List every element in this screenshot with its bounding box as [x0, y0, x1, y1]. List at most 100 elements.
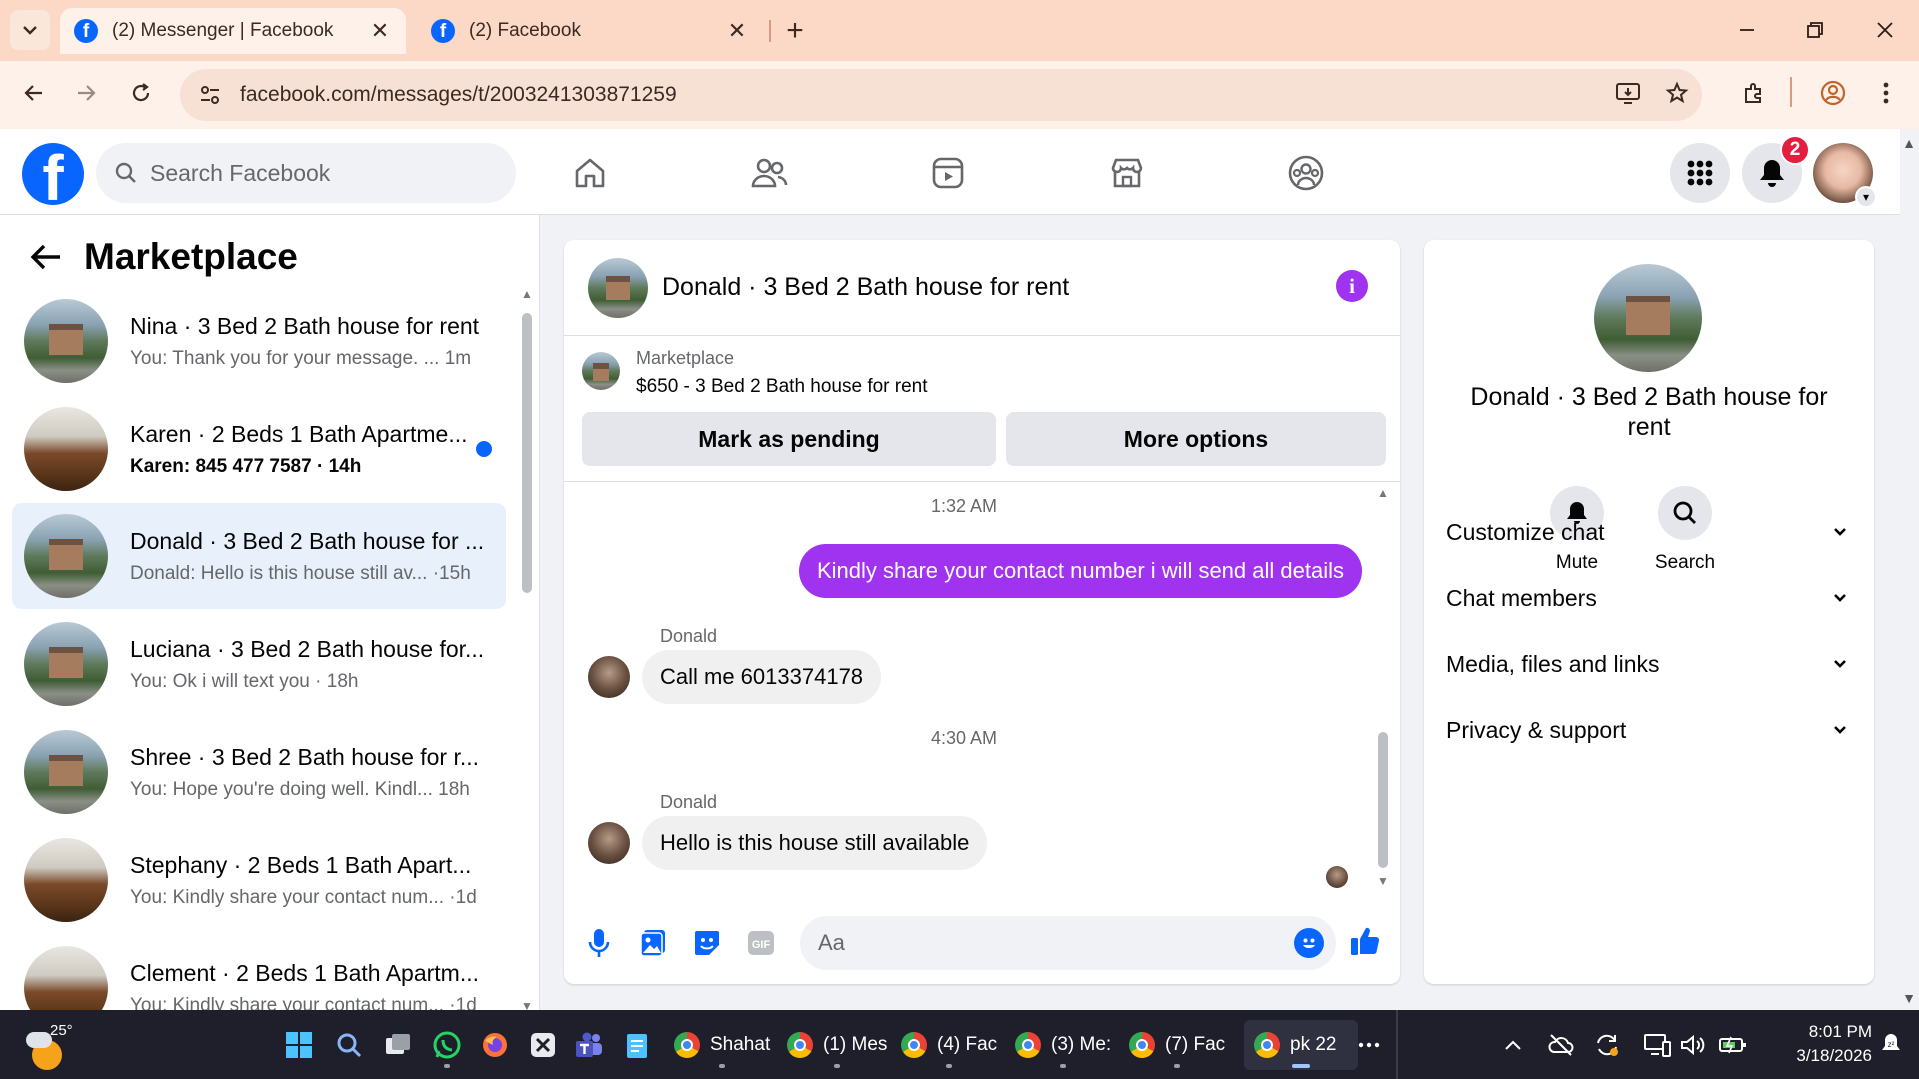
conversation-item[interactable]: Shree · 3 Bed 2 Bath house for r... You: … — [12, 719, 506, 825]
teams-icon[interactable] — [572, 1028, 606, 1062]
tab-messenger[interactable]: f (2) Messenger | Facebook ✕ — [60, 8, 406, 54]
battery-icon[interactable] — [1716, 1028, 1750, 1062]
page-scroll-down-arrow[interactable]: ▼ — [1901, 990, 1917, 1006]
taskbar-app-chrome[interactable]: (1) Mes — [777, 1020, 897, 1070]
incoming-message[interactable]: Call me 6013374178 — [642, 650, 882, 704]
notifications-button[interactable]: 2 — [1742, 135, 1810, 203]
profile-icon[interactable] — [1813, 73, 1853, 113]
notepad-icon[interactable] — [620, 1028, 654, 1062]
more-apps-icon[interactable] — [1352, 1028, 1386, 1062]
scroll-up-arrow[interactable]: ▲ — [520, 287, 534, 301]
tab-facebook[interactable]: f (2) Facebook ✕ — [417, 8, 763, 54]
chat-thumbnail[interactable] — [588, 257, 648, 318]
scroll-down-arrow[interactable]: ▼ — [1376, 874, 1390, 888]
address-bar[interactable]: facebook.com/messages/t/2003241303871259 — [180, 69, 1702, 121]
back-arrow-button[interactable] — [24, 235, 68, 279]
chat-title[interactable]: Donald · 3 Bed 2 Bath house for rent — [662, 273, 1069, 302]
nav-video[interactable] — [918, 145, 978, 201]
facebook-search-box[interactable] — [96, 143, 516, 203]
scrollbar-thumb[interactable] — [522, 313, 532, 593]
media-files-links-section[interactable]: Media, files and links — [1446, 644, 1848, 684]
nav-friends[interactable] — [739, 145, 799, 201]
reload-button[interactable] — [121, 73, 161, 113]
conversation-item[interactable]: Clement · 2 Beds 1 Bath Apartm... You: Ki… — [12, 935, 506, 1010]
chat-scrollbar[interactable]: ▲ ▼ — [1376, 486, 1390, 890]
outgoing-message[interactable]: Kindly share your contact number i will … — [798, 544, 1362, 598]
network-icon[interactable] — [1640, 1028, 1674, 1062]
taskbar-app-chrome[interactable]: Shahat — [664, 1020, 780, 1070]
system-clock[interactable]: 8:01 PM 3/18/2026 — [1762, 1020, 1872, 1068]
customize-chat-section[interactable]: Customize chat — [1446, 512, 1848, 552]
sender-avatar[interactable] — [588, 822, 630, 864]
conversation-item[interactable]: Stephany · 2 Beds 1 Bath Apart... You: Ki… — [12, 827, 506, 933]
site-settings-icon[interactable] — [180, 84, 240, 106]
incoming-message[interactable]: Hello is this house still available — [642, 816, 988, 870]
new-tab-button[interactable]: + — [778, 14, 812, 48]
chat-members-section[interactable]: Chat members — [1446, 578, 1848, 618]
chevron-up-icon[interactable] — [1496, 1028, 1530, 1062]
windows-taskbar: 25° Shahat (1) Mes (4) Fac (3) Me: (7) F… — [0, 1010, 1919, 1079]
conversation-item[interactable]: Donald · 3 Bed 2 Bath house for ... Donal… — [12, 503, 506, 609]
extensions-icon[interactable] — [1734, 73, 1774, 113]
nav-home[interactable] — [560, 145, 620, 201]
install-app-icon[interactable] — [1608, 73, 1648, 113]
listing-thumbnail[interactable] — [582, 352, 620, 390]
thumbs-up-icon[interactable] — [1348, 924, 1382, 958]
nav-groups[interactable] — [1276, 145, 1336, 201]
close-icon[interactable]: ✕ — [725, 18, 749, 43]
conversation-item[interactable]: Luciana · 3 Bed 2 Bath house for... You: … — [12, 611, 506, 717]
windows-start-icon[interactable] — [282, 1028, 316, 1062]
restore-button[interactable] — [1790, 10, 1840, 50]
scroll-up-arrow[interactable]: ▲ — [1376, 486, 1390, 500]
page-scroll-up-arrow[interactable]: ▲ — [1901, 135, 1917, 151]
menu-kebab-icon[interactable] — [1866, 73, 1906, 113]
app-icon-x[interactable] — [526, 1028, 560, 1062]
forward-button[interactable] — [66, 73, 106, 113]
arrow-left-icon — [30, 244, 60, 270]
taskbar-search-icon[interactable] — [332, 1028, 366, 1062]
facebook-logo-icon[interactable]: f — [22, 143, 84, 205]
profile-thumbnail[interactable] — [1594, 264, 1702, 372]
privacy-support-section[interactable]: Privacy & support — [1446, 710, 1848, 750]
taskbar-app-chrome[interactable]: (4) Fac — [891, 1020, 1007, 1070]
message-input-box[interactable] — [800, 916, 1336, 970]
taskbar-app-chrome-active[interactable]: pk 22 — [1244, 1020, 1358, 1070]
conversation-list-scrollbar[interactable]: ▲ ▼ — [520, 287, 534, 1010]
notification-center-icon[interactable]: z² — [1874, 1028, 1908, 1062]
gif-icon[interactable]: GIF — [744, 926, 778, 960]
close-icon[interactable]: ✕ — [368, 18, 392, 43]
emoji-icon[interactable] — [1294, 928, 1324, 958]
sticker-icon[interactable] — [690, 926, 724, 960]
weather-widget[interactable]: 25° — [24, 1020, 84, 1070]
taskbar-app-chrome[interactable]: (3) Me: — [1005, 1020, 1121, 1070]
close-window-button[interactable] — [1860, 10, 1910, 50]
tab-search-button[interactable] — [10, 10, 50, 50]
taskbar-app-chrome[interactable]: (7) Fac — [1119, 1020, 1235, 1070]
firefox-icon[interactable] — [478, 1028, 512, 1062]
search-input[interactable] — [150, 159, 450, 187]
chevron-down-icon[interactable]: ▾ — [1855, 186, 1877, 208]
message-input[interactable] — [818, 930, 1258, 956]
conversation-item[interactable]: Nina · 3 Bed 2 Bath house for rent You: T… — [12, 288, 506, 394]
minimize-button[interactable] — [1722, 10, 1772, 50]
sync-icon[interactable] — [1590, 1028, 1624, 1062]
more-options-button[interactable]: More options — [1006, 412, 1386, 466]
scroll-down-arrow[interactable]: ▼ — [520, 999, 534, 1010]
conversation-item[interactable]: Karen · 2 Beds 1 Bath Apartme... Karen: 8… — [12, 396, 506, 502]
task-view-icon[interactable] — [381, 1028, 415, 1062]
scrollbar-thumb[interactable] — [1378, 732, 1388, 868]
nav-marketplace[interactable] — [1097, 145, 1157, 201]
photo-icon[interactable] — [636, 926, 670, 960]
bookmark-star-icon[interactable] — [1657, 73, 1697, 113]
info-icon[interactable]: i — [1336, 270, 1368, 302]
listing-title[interactable]: $650 - 3 Bed 2 Bath house for rent — [636, 376, 928, 398]
back-button[interactable] — [14, 73, 54, 113]
menu-button[interactable] — [1670, 143, 1730, 203]
mark-as-pending-button[interactable]: Mark as pending — [582, 412, 996, 466]
volume-icon[interactable] — [1676, 1028, 1710, 1062]
whatsapp-icon[interactable] — [430, 1028, 464, 1068]
microphone-icon[interactable] — [582, 926, 616, 960]
cloud-offline-icon[interactable] — [1544, 1028, 1578, 1062]
tab-separator — [769, 20, 771, 42]
sender-avatar[interactable] — [588, 656, 630, 698]
